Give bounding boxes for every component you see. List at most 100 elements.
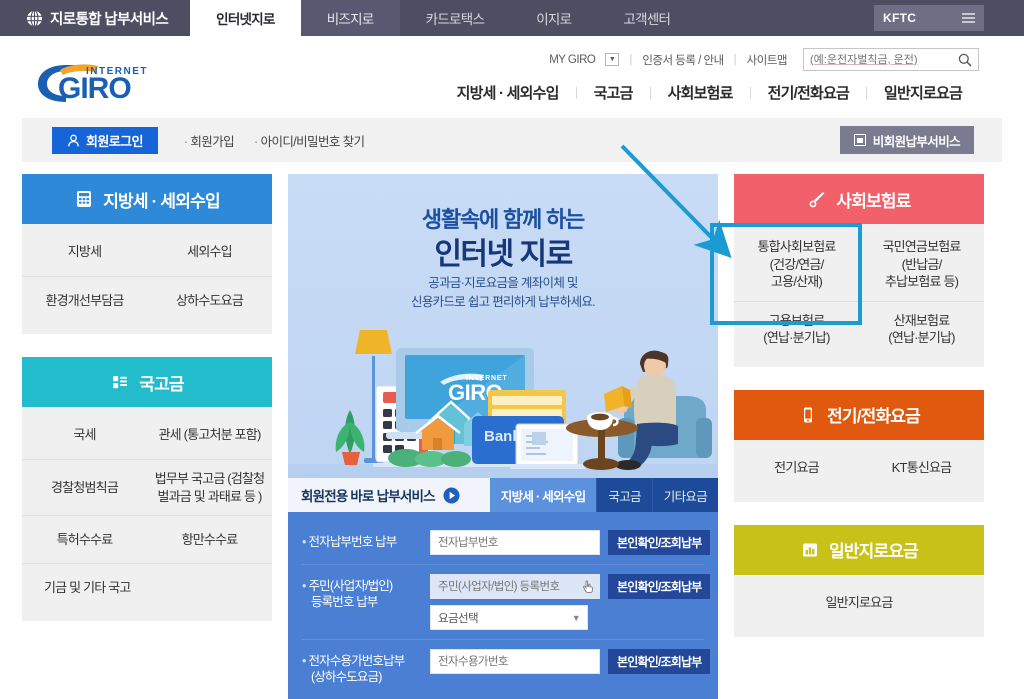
hero-sub-line1: 공과금·지로요금을 계좌이체 및 bbox=[428, 276, 578, 290]
quickpay-title-label: 회원전용 바로 납부서비스 bbox=[301, 489, 436, 504]
payrow-fields: 본인확인/조회납부 요금선택 ▼ bbox=[430, 574, 711, 630]
payrow-label: • 주민(사업자/법인) 등록번호 납부 bbox=[302, 579, 393, 610]
search-icon[interactable] bbox=[957, 52, 972, 67]
panel-utility-body: 전기요금 KT통신요금 bbox=[734, 440, 984, 502]
item-employment-insurance[interactable]: 고용보험료 (연납·분기납) bbox=[734, 300, 859, 357]
quickpay-tab-local-tax[interactable]: 지방세 · 세외수입 bbox=[489, 478, 597, 512]
item-integrated-social-insurance[interactable]: 통합사회보험료 (건강/연금/ 고용/산재) bbox=[734, 228, 859, 301]
login-button[interactable]: 회원로그인 bbox=[52, 126, 158, 154]
fee-type-select-value: 요금선택 bbox=[438, 612, 479, 625]
item-patent-fee[interactable]: 특허수수료 bbox=[22, 515, 147, 563]
nav-social-insurance[interactable]: 사회보험료 bbox=[651, 82, 750, 103]
panel-general-giro-body: 일반지로요금 bbox=[734, 575, 984, 637]
payrow-fields: 본인확인/조회납부 bbox=[430, 530, 711, 555]
nav-general-giro[interactable]: 일반지로요금 bbox=[867, 82, 979, 103]
panel-general-giro: 일반지로요금 일반지로요금 bbox=[734, 524, 984, 637]
search-input[interactable] bbox=[810, 53, 957, 66]
payrow-label: • 전자수용가번호납부 (상하수도요금) bbox=[302, 654, 405, 685]
epayment-verify-button[interactable]: 본인확인/조회납부 bbox=[608, 530, 711, 555]
registration-number-input[interactable] bbox=[430, 574, 600, 599]
page-root: 지로통합 납부서비스 인터넷지로 비즈지로 카드로택스 이지로 고객센터 KFT… bbox=[0, 0, 1024, 699]
panel-social-insurance-body: 통합사회보험료 (건강/연금/ 고용/산재) 국민연금보험료 (반납금/ 추납보… bbox=[734, 224, 984, 367]
item-water-fee[interactable]: 상하수도요금 bbox=[147, 276, 272, 324]
topbar-tab-internetgiro[interactable]: 인터넷지로 bbox=[190, 0, 301, 36]
item-fund-other[interactable]: 기금 및 기타 국고 bbox=[22, 563, 272, 611]
item-national-tax[interactable]: 국세 bbox=[22, 411, 147, 459]
registration-verify-button[interactable]: 본인확인/조회납부 bbox=[608, 574, 711, 599]
item-customs[interactable]: 관세 (통고처분 포함) bbox=[147, 411, 272, 459]
nav-treasury[interactable]: 국고금 bbox=[577, 82, 650, 103]
list-icon bbox=[110, 372, 130, 392]
play-circle-icon[interactable] bbox=[443, 487, 460, 504]
nonmember-payment-button[interactable]: 비회원납부서비스 bbox=[839, 126, 974, 154]
left-service-column: 지방세 · 세외수입 지방세 세외수입 환경개선부담금 상하수도요금 국고금 국… bbox=[22, 174, 272, 644]
topbar-tab-bizgiro[interactable]: 비즈지로 bbox=[300, 0, 400, 36]
main-content-column: 생활속에 함께 하는 인터넷 지로 공과금·지로요금을 계좌이체 및 신용카드로… bbox=[288, 174, 718, 699]
sitemap-link[interactable]: 사이트맵 bbox=[747, 52, 788, 68]
cert-link[interactable]: 인증서 등록 / 안내 bbox=[642, 52, 724, 68]
site-logo[interactable]: INTERNET GIRO bbox=[36, 58, 166, 102]
payrow-consumer-number: •전자수용가번호납부 (상하수도요금) 본인확인/조회납부 bbox=[302, 639, 711, 695]
item-police-fine[interactable]: 경찰청범칙금 bbox=[22, 459, 147, 515]
fee-type-select[interactable]: 요금선택 ▼ bbox=[430, 605, 588, 630]
find-id-link[interactable]: · 아이디/비밀번호 찾기 bbox=[254, 131, 365, 150]
item-jibangse[interactable]: 지방세 bbox=[22, 228, 147, 276]
consumer-number-input[interactable] bbox=[430, 649, 600, 674]
item-general-giro-fee[interactable]: 일반지로요금 bbox=[734, 579, 984, 627]
panel-row: 통합사회보험료 (건강/연금/ 고용/산재) 국민연금보험료 (반납금/ 추납보… bbox=[734, 228, 984, 301]
panel-utility-title: 전기/전화요금 bbox=[827, 407, 921, 427]
item-port-fee[interactable]: 항만수수료 bbox=[147, 515, 272, 563]
quickpay-tab-other[interactable]: 기타요금 bbox=[651, 478, 718, 512]
hamburger-icon[interactable] bbox=[962, 13, 975, 23]
item-industrial-accident-insurance[interactable]: 산재보험료 (연납·분기납) bbox=[859, 300, 984, 357]
topbar-tab-egiro[interactable]: 이지로 bbox=[510, 0, 597, 36]
mygiro-link[interactable]: MY GIRO bbox=[549, 54, 596, 66]
panel-social-insurance-header[interactable]: 사회보험료 bbox=[734, 174, 984, 224]
person-icon bbox=[67, 134, 80, 147]
hero-illustration: INTERNET GIRO Bank bbox=[288, 318, 718, 478]
topbar-brand[interactable]: 지로통합 납부서비스 bbox=[0, 0, 190, 36]
quickpay-tab-treasury[interactable]: 국고금 bbox=[596, 478, 652, 512]
item-justice-treasury[interactable]: 법무부 국고금 (검찰청벌과금 및 과태료 등 ) bbox=[147, 459, 272, 515]
payrow-fieldline: 본인확인/조회납부 bbox=[430, 574, 711, 599]
nav-utility[interactable]: 전기/전화요금 bbox=[751, 82, 866, 103]
item-sewoesuip[interactable]: 세외수입 bbox=[147, 228, 272, 276]
registration-input-wrap bbox=[430, 574, 600, 599]
panel-social-insurance-title: 사회보험료 bbox=[836, 191, 911, 211]
consumer-verify-button[interactable]: 본인확인/조회납부 bbox=[608, 649, 711, 674]
hero-subtitle: 공과금·지로요금을 계좌이체 및 신용카드로 쉽고 편리하게 납부하세요. bbox=[288, 274, 718, 313]
item-env-charge[interactable]: 환경개선부담금 bbox=[22, 276, 147, 324]
mygiro-dropdown-icon[interactable]: ▼ bbox=[605, 53, 620, 66]
panel-social-insurance: 사회보험료 통합사회보험료 (건강/연금/ 고용/산재) 국민연금보험료 (반납… bbox=[734, 174, 984, 367]
hero-banner[interactable]: 생활속에 함께 하는 인터넷 지로 공과금·지로요금을 계좌이체 및 신용카드로… bbox=[288, 174, 718, 478]
panel-treasury-header[interactable]: 국고금 bbox=[22, 357, 272, 407]
payrow-selectline: 요금선택 ▼ bbox=[430, 605, 704, 630]
panel-local-tax: 지방세 · 세외수입 지방세 세외수입 환경개선부담금 상하수도요금 bbox=[22, 174, 272, 334]
main-navigation: 지방세 · 세외수입 국고금 사회보험료 전기/전화요금 일반지로요금 bbox=[440, 82, 979, 103]
nonmember-button-label: 비회원납부서비스 bbox=[872, 134, 961, 149]
item-kt-telecom-fee[interactable]: KT통신요금 bbox=[859, 444, 984, 492]
item-national-pension[interactable]: 국민연금보험료 (반납금/ 추납보험료 등) bbox=[859, 228, 984, 301]
document-icon bbox=[853, 134, 866, 146]
signup-link[interactable]: · 회원가입 bbox=[184, 131, 235, 150]
chevron-down-icon: ▼ bbox=[571, 612, 581, 623]
panel-general-giro-header[interactable]: 일반지로요금 bbox=[734, 524, 984, 575]
svg-text:GIRO: GIRO bbox=[58, 72, 131, 102]
utility-divider-2: | bbox=[733, 53, 737, 66]
panel-local-tax-header[interactable]: 지방세 · 세외수입 bbox=[22, 174, 272, 224]
login-strip: 회원로그인 · 회원가입 · 아이디/비밀번호 찾기 비회원납부서비스 bbox=[22, 118, 1002, 162]
nav-local-tax[interactable]: 지방세 · 세외수입 bbox=[440, 82, 576, 103]
topbar-tab-cardrotax[interactable]: 카드로택스 bbox=[400, 0, 511, 36]
utility-divider-1: | bbox=[629, 53, 633, 66]
epayment-number-input[interactable] bbox=[430, 530, 600, 555]
topbar-tab-customercenter[interactable]: 고객센터 bbox=[597, 0, 696, 36]
panel-local-tax-body: 지방세 세외수입 환경개선부담금 상하수도요금 bbox=[22, 224, 272, 334]
payrow-fieldline: 본인확인/조회납부 bbox=[430, 649, 711, 674]
kftc-badge[interactable]: KFTC bbox=[874, 5, 984, 31]
utility-menu: MY GIRO ▼ | 인증서 등록 / 안내 | 사이트맵 bbox=[549, 48, 979, 71]
item-electricity-fee[interactable]: 전기요금 bbox=[734, 444, 859, 492]
cursor-pointer-icon bbox=[582, 580, 594, 593]
panel-utility-header[interactable]: 전기/전화요금 bbox=[734, 389, 984, 440]
login-links: · 회원가입 · 아이디/비밀번호 찾기 bbox=[184, 131, 365, 150]
quickpay-tabbar: 회원전용 바로 납부서비스 지방세 · 세외수입 국고금 기타요금 bbox=[288, 478, 718, 512]
